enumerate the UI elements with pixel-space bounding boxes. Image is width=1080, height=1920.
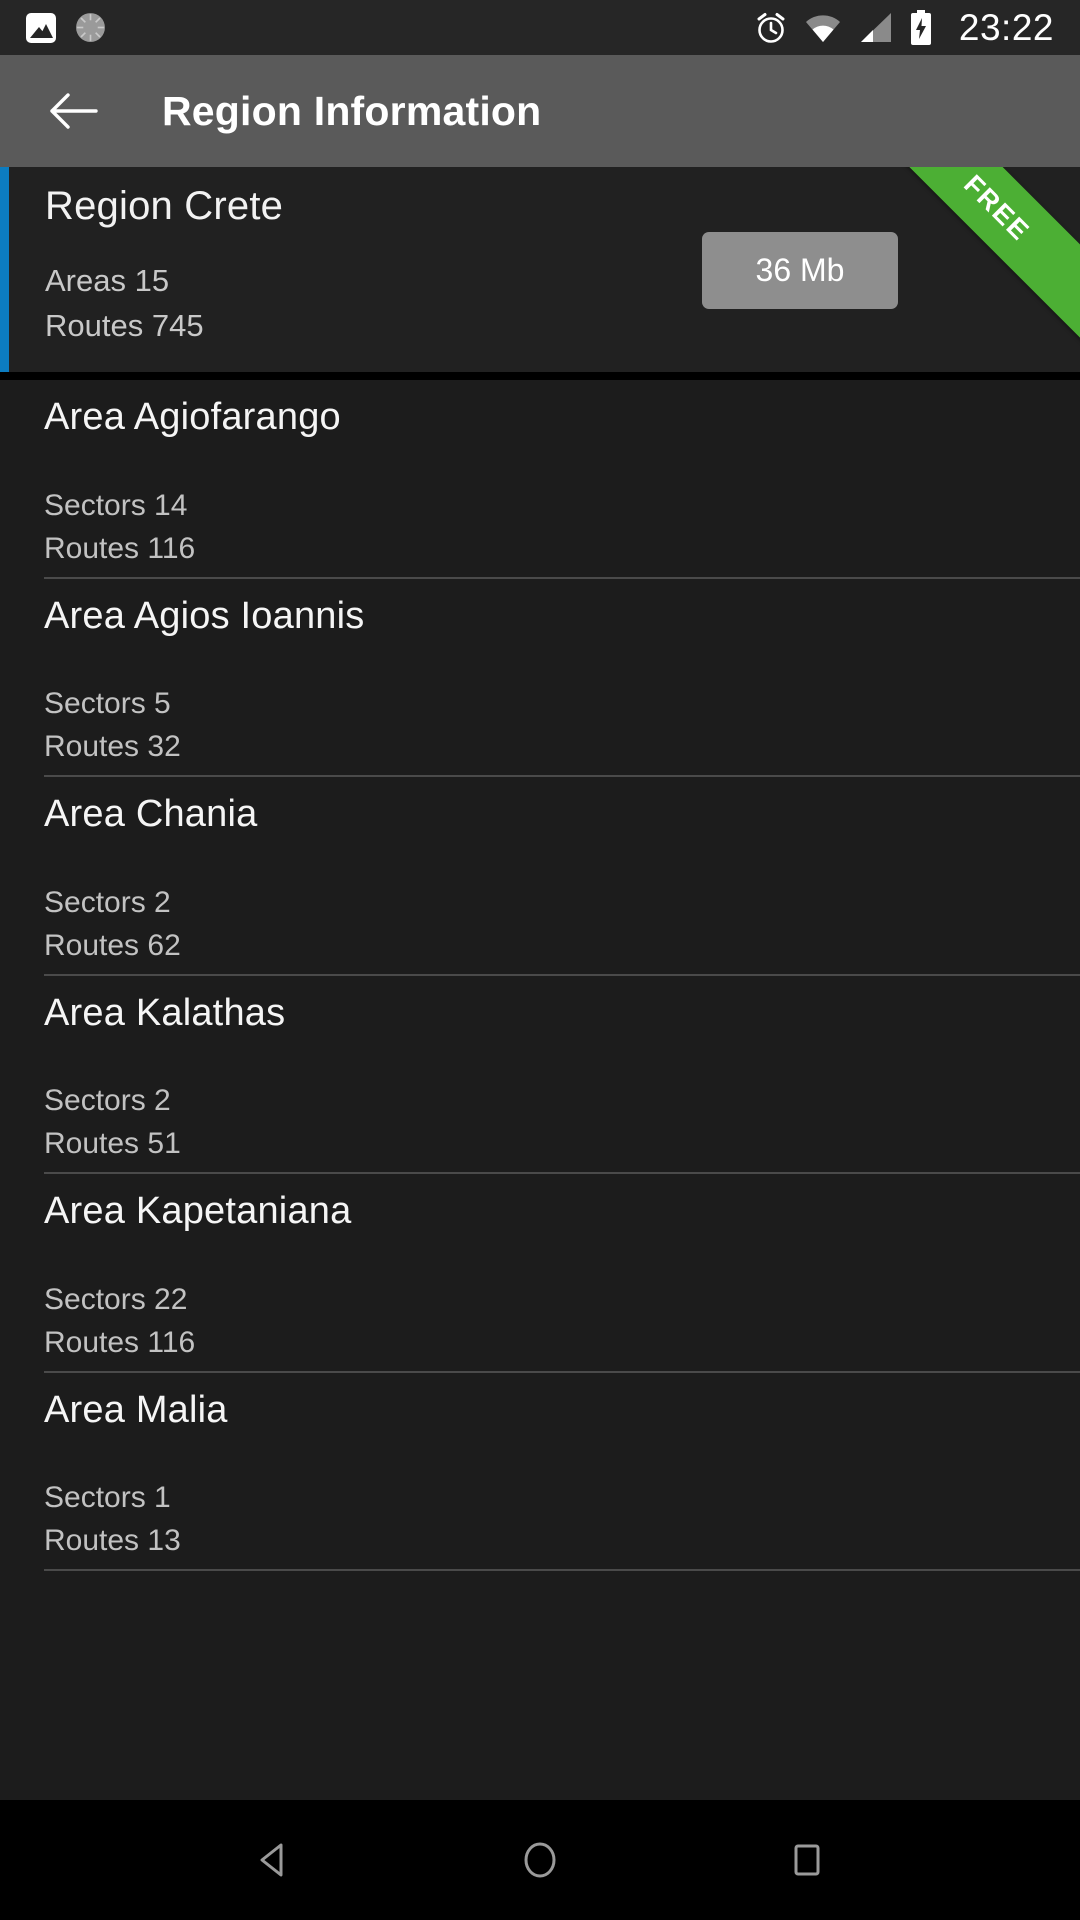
arrow-left-icon <box>50 93 98 129</box>
photo-icon <box>26 12 56 43</box>
action-bar: Region Information <box>0 55 1080 167</box>
recents-nav-icon <box>794 1844 820 1876</box>
area-routes-count: Routes 32 <box>44 730 181 763</box>
nav-recents-button[interactable] <box>761 1814 853 1906</box>
battery-charging-icon <box>910 9 931 45</box>
list-item[interactable]: Area Kapetaniana Sectors 22 Routes 116 <box>0 1174 1080 1371</box>
home-nav-icon <box>524 1842 556 1878</box>
card-separator <box>0 372 1080 380</box>
status-bar: 23:22 <box>0 0 1080 55</box>
area-stats: Sectors 22 Routes 116 <box>0 1280 1080 1371</box>
area-name: Area Agiofarango <box>44 396 341 438</box>
list-item[interactable]: Area Kalathas Sectors 2 Routes 51 <box>0 976 1080 1173</box>
download-size-button[interactable]: 36 Mb <box>702 232 898 309</box>
alarm-icon <box>757 12 785 43</box>
area-stats: Sectors 14 Routes 116 <box>0 486 1080 577</box>
area-sectors-count: Sectors 14 <box>44 488 188 522</box>
area-stats: Sectors 2 Routes 51 <box>0 1081 1080 1172</box>
area-name: Area Kapetaniana <box>44 1190 352 1232</box>
status-bar-right-icons: 23:22 <box>754 9 1054 46</box>
area-name: Area Agios Ioannis <box>44 594 365 637</box>
status-bar-clock: 23:22 <box>958 7 1054 48</box>
list-item[interactable]: Area Chania Sectors 2 Routes 62 <box>0 777 1080 974</box>
list-item[interactable]: Area Agios Ioannis Sectors 5 Routes 32 <box>0 579 1080 776</box>
region-stats: Areas 15 Routes 745 <box>45 262 204 346</box>
area-name: Area Chania <box>44 793 258 835</box>
area-routes-count: Routes 51 <box>44 1127 181 1160</box>
list-item[interactable]: Area Malia Sectors 1 Routes 13 <box>0 1373 1080 1570</box>
area-sectors-count: Sectors 2 <box>44 1084 171 1117</box>
region-name: Region Crete <box>45 184 284 228</box>
area-sectors-count: Sectors 1 <box>44 1481 171 1514</box>
cellular-signal-icon <box>860 13 891 42</box>
area-sectors-count: Sectors 22 <box>44 1282 188 1316</box>
sync-progress-icon <box>76 13 105 42</box>
area-routes-count: Routes 116 <box>44 531 196 565</box>
area-name: Area Kalathas <box>44 991 286 1034</box>
region-areas-count: Areas 15 <box>45 263 170 298</box>
back-nav-icon <box>260 1843 283 1877</box>
list-item[interactable]: Area Agiofarango Sectors 14 Routes 116 <box>0 380 1080 577</box>
back-button[interactable] <box>46 83 102 139</box>
nav-back-button[interactable] <box>227 1814 319 1906</box>
list-divider <box>44 1569 1080 1571</box>
nav-home-button[interactable] <box>494 1814 586 1906</box>
android-navigation-bar <box>0 1800 1080 1920</box>
wifi-icon <box>805 14 840 42</box>
area-routes-count: Routes 62 <box>44 928 181 962</box>
area-routes-count: Routes 13 <box>44 1524 181 1557</box>
page-title: Region Information <box>162 87 542 134</box>
area-sectors-count: Sectors 5 <box>44 687 171 720</box>
region-routes-count: Routes 745 <box>45 307 204 343</box>
region-summary-card[interactable]: Region Crete Areas 15 Routes 745 36 Mb F… <box>0 167 1080 372</box>
area-sectors-count: Sectors 2 <box>44 885 171 919</box>
area-stats: Sectors 1 Routes 13 <box>0 1478 1080 1569</box>
free-ribbon-label: FREE <box>958 168 1037 247</box>
area-name: Area Malia <box>44 1388 228 1431</box>
area-routes-count: Routes 116 <box>44 1325 196 1359</box>
phone-screen: 23:22 Region Information Region Crete Ar… <box>0 0 1080 1920</box>
area-stats: Sectors 5 Routes 32 <box>0 684 1080 775</box>
area-list[interactable]: Area Agiofarango Sectors 14 Routes 116 Area… <box>0 380 1080 1800</box>
status-bar-left-icons <box>26 11 107 44</box>
area-stats: Sectors 2 Routes 62 <box>0 883 1080 974</box>
